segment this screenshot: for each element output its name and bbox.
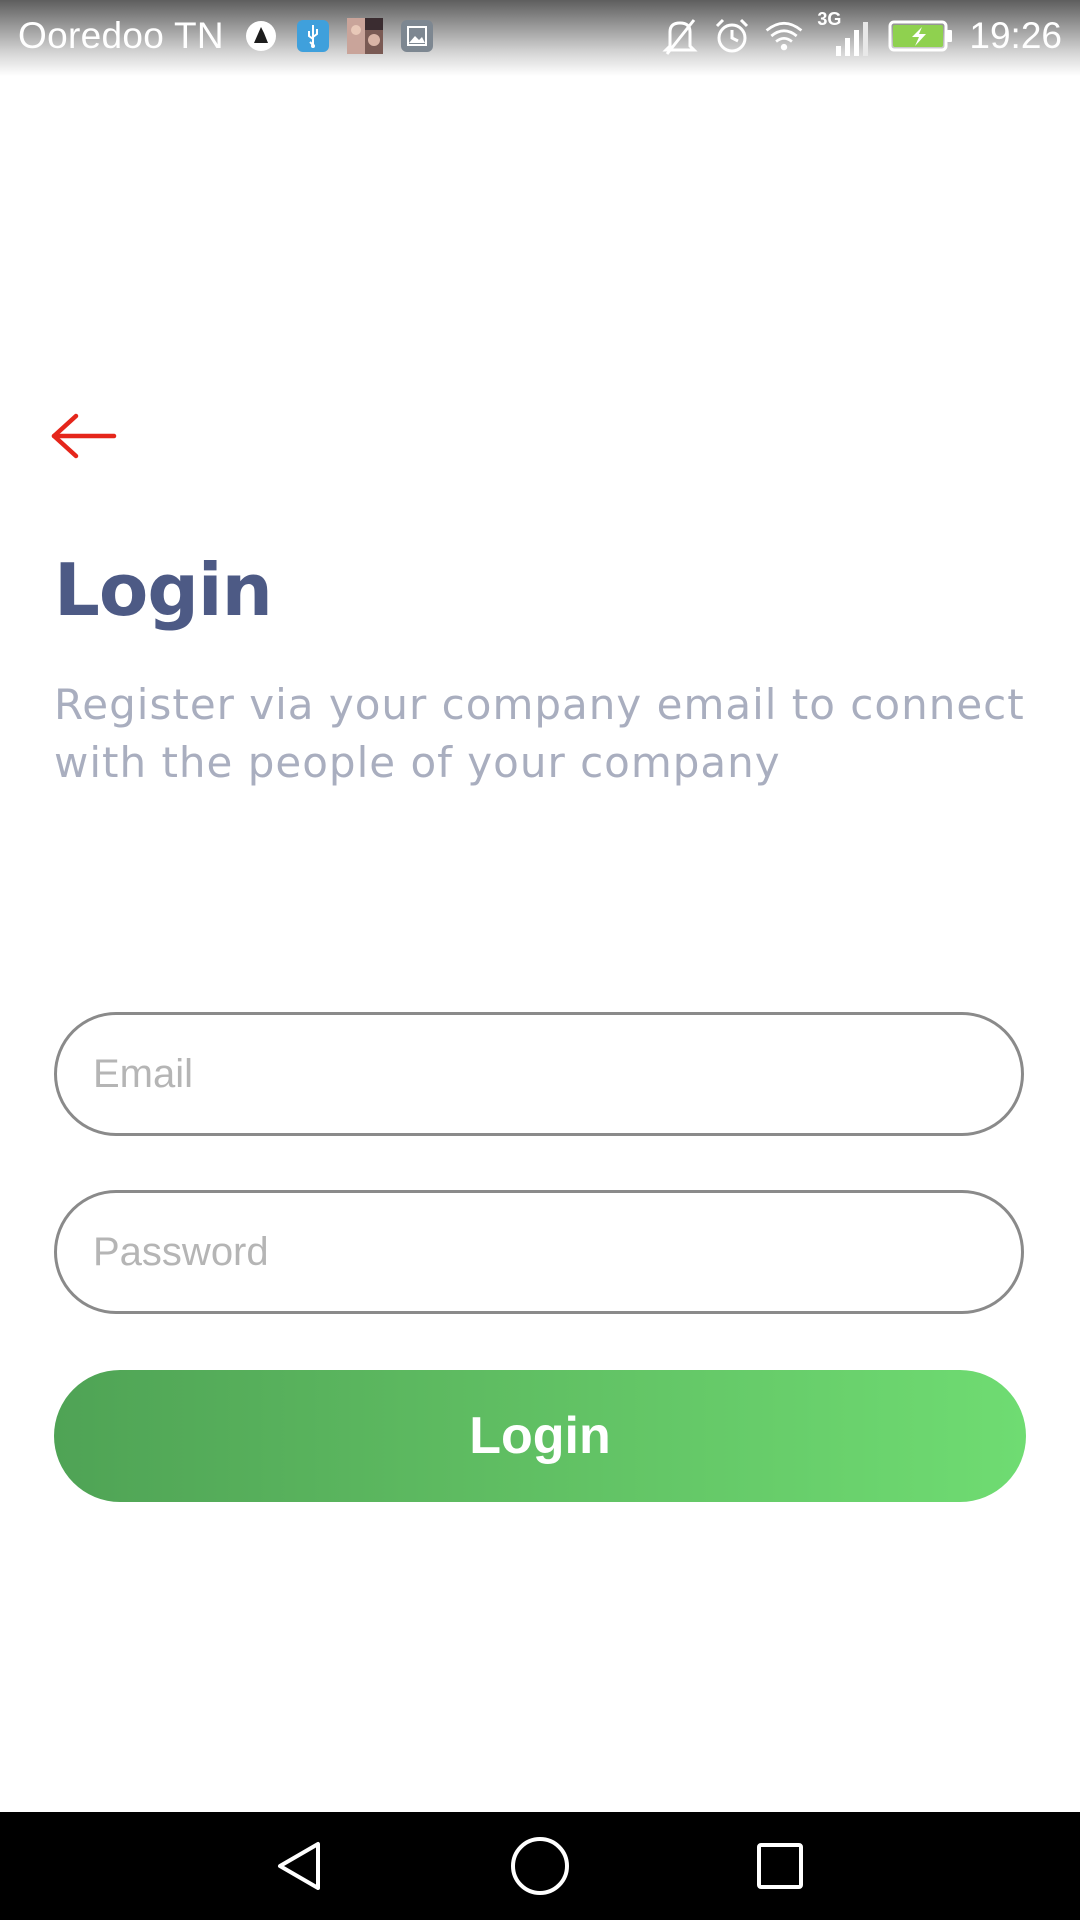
email-field[interactable] <box>91 1050 987 1098</box>
page-title: Login <box>54 548 273 632</box>
status-bar: Ooredoo TN 3G 19:26 <box>0 0 1080 76</box>
clock: 19:26 <box>969 15 1062 56</box>
password-field[interactable] <box>91 1228 987 1276</box>
notification-app-icon <box>242 17 280 55</box>
gallery-icon <box>398 17 436 55</box>
login-button-label: Login <box>469 1407 611 1465</box>
nav-back-button[interactable] <box>260 1826 340 1906</box>
usb-icon <box>294 17 332 55</box>
navigation-bar <box>0 1812 1080 1920</box>
signal-icon: 3G <box>817 9 873 56</box>
password-field-container[interactable] <box>54 1190 1024 1314</box>
page-subtitle: Register via your company email to conne… <box>54 680 1025 787</box>
back-triangle-icon <box>278 1842 320 1890</box>
status-bar-right: 3G 19:26 <box>661 9 1062 60</box>
status-bar-left: Ooredoo TN <box>18 12 436 60</box>
login-button[interactable]: Login <box>54 1370 1026 1502</box>
home-circle-icon <box>511 1837 569 1895</box>
alarm-icon <box>713 17 751 55</box>
wifi-icon <box>765 17 803 55</box>
mute-icon <box>661 17 699 55</box>
email-field-container[interactable] <box>54 1012 1024 1136</box>
nav-home-button[interactable] <box>500 1826 580 1906</box>
arrow-left-icon <box>51 413 117 459</box>
carrier-name: Ooredoo TN <box>18 15 224 56</box>
battery-charging-icon <box>887 17 955 55</box>
network-type: 3G <box>817 9 842 29</box>
back-button[interactable] <box>48 408 120 464</box>
nav-recents-button[interactable] <box>740 1826 820 1906</box>
recents-square-icon <box>757 1843 803 1889</box>
photo-thumbnail-icon <box>346 17 384 55</box>
